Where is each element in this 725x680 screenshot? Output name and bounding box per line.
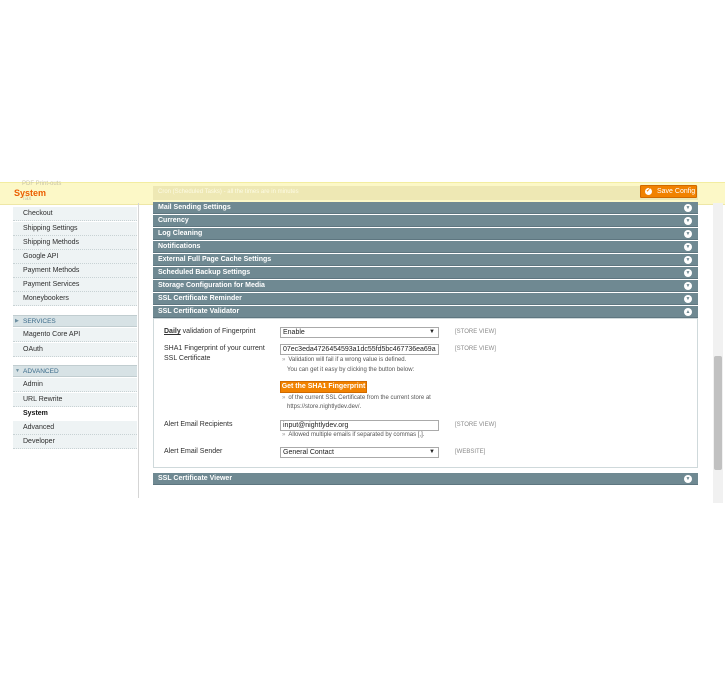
section-title: Notifications: [158, 243, 201, 250]
scope-label: [STORE VIEW]: [455, 329, 496, 335]
sha1-note-text: Validation will fail if a wrong value is…: [288, 357, 407, 363]
save-config-button[interactable]: ✓ Save Config: [640, 185, 697, 198]
sidebar-item-payment-services[interactable]: Payment Services: [13, 278, 137, 292]
scope-label: [WEBSITE]: [455, 449, 486, 455]
daily-validation-select[interactable]: Enable ▼: [280, 327, 439, 338]
get-sha1-fingerprint-button[interactable]: Get the SHA1 Fingerprint: [280, 381, 367, 393]
sidebar-item-moneybookers[interactable]: Moneybookers: [13, 292, 137, 306]
button-note-text: of the current SSL Certificate from the …: [288, 395, 431, 401]
collapse-arrow-icon: ▼: [15, 368, 20, 374]
check-circle-icon: ✓: [645, 188, 652, 195]
sidebar-divider: [138, 203, 139, 498]
sidebar-item-payment-methods[interactable]: Payment Methods: [13, 264, 137, 278]
expand-icon: ▼: [684, 230, 692, 238]
sidebar-heading-services[interactable]: ▶ SERVICES: [13, 315, 137, 327]
section-scheduled-backup-settings[interactable]: Scheduled Backup Settings ▼: [153, 267, 698, 279]
ssl-validator-panel: [153, 318, 698, 468]
alert-email-sender-value: General Contact: [283, 449, 334, 456]
ghost-section-title: Cron (Scheduled Tasks) - all the times a…: [158, 189, 299, 195]
scope-label: [STORE VIEW]: [455, 346, 496, 352]
expand-icon: ▼: [684, 217, 692, 225]
bullet-icon: »: [282, 432, 286, 438]
expand-icon: ▼: [684, 269, 692, 277]
email-note-text: Allowed multiple emails if separated by …: [288, 432, 425, 438]
section-title: SSL Certificate Validator: [158, 308, 240, 315]
section-notifications[interactable]: Notifications ▼: [153, 241, 698, 253]
sidebar-item-admin[interactable]: Admin: [13, 378, 137, 392]
sidebar-item-google-api[interactable]: Google API: [13, 250, 137, 264]
sidebar-item-magento-core-api[interactable]: Magento Core API: [13, 328, 137, 342]
expand-icon: ▼: [684, 256, 692, 264]
bullet-icon: »: [282, 395, 286, 401]
sidebar-heading-label: SERVICES: [23, 318, 56, 325]
expand-icon: ▼: [684, 204, 692, 212]
section-currency[interactable]: Currency ▼: [153, 215, 698, 227]
sidebar-item-advanced[interactable]: Advanced: [13, 421, 137, 435]
sidebar-heading-label: ADVANCED: [23, 368, 59, 375]
sidebar-item-developer[interactable]: Developer: [13, 435, 137, 449]
alert-email-recipients-input[interactable]: input@nightlydev.org: [280, 420, 439, 431]
section-storage-configuration[interactable]: Storage Configuration for Media ▼: [153, 280, 698, 292]
sha1-note-line1: » Validation will fail if a wrong value i…: [282, 356, 406, 365]
section-ssl-certificate-validator[interactable]: SSL Certificate Validator ▲: [153, 306, 698, 318]
dropdown-arrow-icon: ▼: [429, 329, 435, 335]
sidebar-item-system[interactable]: System: [13, 407, 137, 421]
daily-keyword: Daily: [164, 328, 181, 335]
button-note-line1: » of the current SSL Certificate from the…: [282, 394, 431, 403]
section-title: Mail Sending Settings: [158, 204, 231, 211]
dropdown-arrow-icon: ▼: [429, 449, 435, 455]
section-mail-sending-settings[interactable]: Mail Sending Settings ▼: [153, 202, 698, 214]
sha1-label-line2: SSL Certificate: [164, 355, 211, 362]
sidebar-item-oauth[interactable]: OAuth: [13, 343, 137, 357]
sidebar-item-checkout[interactable]: Checkout: [13, 207, 137, 221]
button-note-line2: https://store.nightlydev.dev/.: [287, 404, 362, 410]
sha1-note-line2: You can get it easy by clicking the butt…: [287, 367, 415, 373]
sidebar-item-shipping-settings[interactable]: Shipping Settings: [13, 222, 137, 236]
sha1-label-line1: SHA1 Fingerprint of your current: [164, 345, 265, 352]
section-log-cleaning[interactable]: Log Cleaning ▼: [153, 228, 698, 240]
daily-label-rest: validation of Fingerprint: [180, 328, 256, 335]
save-config-label: Save Config: [657, 188, 696, 195]
expand-icon: ▼: [684, 282, 692, 290]
section-title: Log Cleaning: [158, 230, 203, 237]
section-title: SSL Certificate Reminder: [158, 295, 242, 302]
alert-email-sender-label: Alert Email Sender: [164, 448, 223, 455]
section-title: Storage Configuration for Media: [158, 282, 265, 289]
section-title: SSL Certificate Viewer: [158, 475, 233, 482]
sidebar-item-shipping-methods[interactable]: Shipping Methods: [13, 236, 137, 250]
expand-icon: ▼: [684, 475, 692, 483]
collapse-icon: ▲: [684, 308, 692, 316]
alert-email-sender-select[interactable]: General Contact ▼: [280, 447, 439, 458]
email-note: » Allowed multiple emails if separated by…: [282, 431, 424, 440]
daily-validation-value: Enable: [283, 329, 305, 336]
section-ssl-certificate-reminder[interactable]: SSL Certificate Reminder ▼: [153, 293, 698, 305]
section-title: External Full Page Cache Settings: [158, 256, 272, 263]
section-ssl-certificate-viewer[interactable]: SSL Certificate Viewer ▼: [153, 473, 698, 485]
expand-arrow-icon: ▶: [15, 318, 19, 324]
expand-icon: ▼: [684, 243, 692, 251]
daily-validation-label: Daily validation of Fingerprint: [164, 327, 255, 337]
scope-label: [STORE VIEW]: [455, 422, 496, 428]
ghost-nav-item: PDF Print-outs: [22, 181, 62, 187]
bullet-icon: »: [282, 357, 286, 363]
sidebar-item-url-rewrite[interactable]: URL Rewrite: [13, 393, 137, 407]
section-external-fpc-settings[interactable]: External Full Page Cache Settings ▼: [153, 254, 698, 266]
sha1-fingerprint-input[interactable]: 07ec3eda4726454593a1dc55fd5bc467736ea69a: [280, 344, 439, 355]
sidebar-heading-advanced[interactable]: ▼ ADVANCED: [13, 365, 137, 377]
page-title: System: [14, 188, 47, 198]
scrollbar-thumb[interactable]: [714, 356, 722, 470]
alert-email-recipients-label: Alert Email Recipients: [164, 421, 233, 428]
section-title: Scheduled Backup Settings: [158, 269, 251, 276]
expand-icon: ▼: [684, 295, 692, 303]
section-title: Currency: [158, 217, 189, 224]
